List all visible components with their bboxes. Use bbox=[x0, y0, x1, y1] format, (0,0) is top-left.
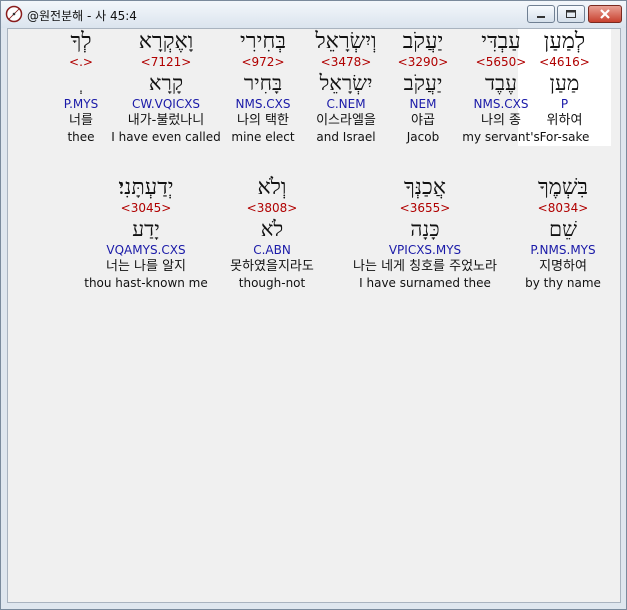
minimize-icon bbox=[528, 6, 554, 22]
korean-gloss: 나는 네게 칭호를 주었노라 bbox=[353, 259, 497, 274]
minimize-button[interactable] bbox=[527, 5, 555, 23]
hebrew-lemma: כָּנָה bbox=[410, 217, 440, 241]
maximize-button[interactable] bbox=[557, 5, 585, 23]
hebrew-word: וְיִשְׂרָאֵל bbox=[315, 29, 377, 54]
word-cell[interactable]: לְךָ <.> ְ P.MYS 너를 thee bbox=[53, 29, 109, 146]
word-cell[interactable]: בְּחִירִי <972> בָּחִיר NMS.CXS 나의 택한 mi… bbox=[218, 29, 308, 146]
strong-number[interactable]: <3045> bbox=[80, 201, 212, 217]
word-cell[interactable]: וְיִשְׂרָאֵל <3478> יִשְׂרָאֵל C.NEM 이스라… bbox=[296, 29, 396, 146]
parsing-code: VPICXS.MYS bbox=[388, 243, 462, 257]
korean-gloss: 못하였을지라도 bbox=[230, 259, 314, 274]
parsing-code: P.MYS bbox=[63, 97, 99, 111]
korean-gloss: 나의 택한 bbox=[237, 113, 289, 128]
hebrew-word: לְךָ bbox=[70, 29, 92, 54]
close-icon bbox=[589, 6, 621, 22]
hebrew-word: בִּשְׁמֶךָ bbox=[537, 175, 589, 200]
parsing-code: NMS.CXS bbox=[235, 97, 291, 111]
strong-number[interactable]: <.> bbox=[53, 55, 109, 71]
parsing-code: C.NEM bbox=[326, 97, 366, 111]
app-window: @원전분해 - 사 45:4 לְמַעַן <4616> מַעַן P 위하… bbox=[0, 0, 627, 610]
hebrew-lemma: קָרָא bbox=[148, 71, 184, 95]
hebrew-word: וָאֶקְרָא bbox=[138, 29, 194, 54]
strong-number[interactable]: <3655> bbox=[330, 201, 520, 217]
parsing-code: CW.VQICXS bbox=[131, 97, 201, 111]
hebrew-word: יְדַעְתָּנִי׃ bbox=[118, 175, 174, 200]
korean-gloss: 이스라엘을 bbox=[316, 113, 376, 128]
english-gloss: and Israel bbox=[316, 130, 376, 144]
parsing-code: VQAMYS.CXS bbox=[106, 243, 186, 257]
strong-number[interactable]: <3808> bbox=[213, 201, 331, 217]
word-cell[interactable]: וָאֶקְרָא <7121> קָרָא CW.VQICXS 내가-불렀나니… bbox=[106, 29, 226, 146]
app-compass-icon[interactable] bbox=[5, 5, 23, 23]
english-gloss: thee bbox=[67, 130, 95, 144]
strong-number[interactable]: <972> bbox=[218, 55, 308, 71]
english-gloss: thou hast-known me bbox=[84, 276, 208, 290]
strong-number[interactable]: <7121> bbox=[106, 55, 226, 71]
maximize-icon bbox=[558, 6, 584, 22]
english-gloss: I have even called bbox=[111, 130, 221, 144]
close-button[interactable] bbox=[588, 5, 622, 23]
hebrew-lemma: שֵׁם bbox=[549, 217, 577, 241]
word-cell[interactable]: אֲכַנְּךָ <3655> כָּנָה VPICXS.MYS 나는 네게… bbox=[330, 175, 520, 292]
strong-number[interactable]: <3478> bbox=[296, 55, 396, 71]
interlinear-panel: לְמַעַן <4616> מַעַן P 위하여 For-sake עַבְ… bbox=[7, 28, 621, 603]
korean-gloss: 지명하여 bbox=[539, 259, 587, 274]
english-gloss: mine elect bbox=[231, 130, 295, 144]
hebrew-lemma: יָדַע bbox=[132, 217, 160, 241]
english-gloss: by thy name bbox=[525, 276, 601, 290]
title-bar[interactable]: @원전분해 - 사 45:4 bbox=[1, 1, 626, 28]
word-cell[interactable]: בִּשְׁמֶךָ <8034> שֵׁם P.NMS.MYS 지명하여 by… bbox=[508, 175, 618, 292]
hebrew-lemma: ְ bbox=[53, 71, 109, 97]
korean-gloss: 너를 bbox=[69, 113, 93, 128]
hebrew-lemma: יִשְׂרָאֵל bbox=[319, 71, 373, 95]
korean-gloss: 내가-불렀나니 bbox=[127, 113, 205, 128]
parsing-code: P.NMS.MYS bbox=[530, 243, 596, 257]
hebrew-word: וְלֹא bbox=[257, 175, 287, 200]
word-cell[interactable]: וְלֹא <3808> לֹא C.ABN 못하였을지라도 though-no… bbox=[213, 175, 331, 292]
hebrew-word: אֲכַנְּךָ bbox=[404, 175, 446, 200]
hebrew-word: בְּחִירִי bbox=[240, 29, 286, 54]
parsing-code: C.ABN bbox=[253, 243, 291, 257]
english-gloss: though-not bbox=[238, 276, 306, 290]
korean-gloss: 너는 나를 알지 bbox=[105, 259, 187, 274]
english-gloss: I have surnamed thee bbox=[359, 276, 491, 290]
strong-number[interactable]: <8034> bbox=[508, 201, 618, 217]
window-title: @원전분해 - 사 45:4 bbox=[27, 9, 137, 23]
hebrew-lemma: לֹא bbox=[260, 217, 284, 241]
word-cell[interactable]: יְדַעְתָּנִי׃ <3045> יָדַע VQAMYS.CXS 너는… bbox=[80, 175, 212, 292]
hebrew-lemma: בָּחִיר bbox=[243, 71, 283, 95]
